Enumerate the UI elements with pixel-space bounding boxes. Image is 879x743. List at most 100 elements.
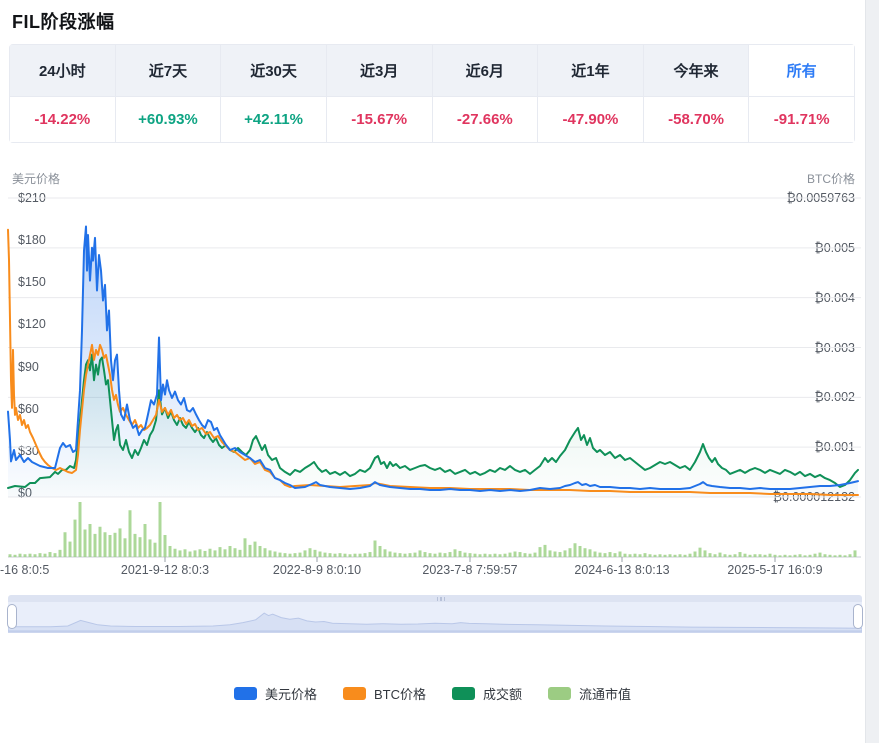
volume-bar [589, 549, 592, 557]
volume-bar [279, 553, 282, 557]
volume-bar [489, 554, 492, 557]
volume-bar [234, 548, 237, 557]
volume-bar [159, 502, 162, 557]
volume-bar [469, 553, 472, 557]
fil-price-page: FIL阶段涨幅 24小时-14.22%近7天+60.93%近30天+42.11%… [0, 0, 879, 743]
volume-bar [64, 532, 67, 557]
chart-legend: 美元价格 BTC价格 成交额 流通市值 [0, 684, 865, 703]
volume-bar [719, 553, 722, 557]
volume-bar [549, 550, 552, 557]
volume-bar [324, 553, 327, 557]
navigator-left-handle[interactable] [7, 604, 17, 629]
volume-bar [754, 554, 757, 557]
legend-item-美元价格[interactable]: 美元价格 [234, 684, 317, 703]
volume-bar [74, 520, 77, 557]
volume-bar [174, 549, 177, 557]
volume-bar [194, 550, 197, 557]
volume-bar [494, 554, 497, 557]
volume-bar [344, 554, 347, 557]
volume-bar [164, 535, 167, 557]
volume-bar [269, 550, 272, 557]
legend-item-成交额[interactable]: 成交额 [452, 684, 522, 703]
volume-bar [804, 555, 807, 557]
volume-bar [669, 554, 672, 557]
volume-bar [44, 554, 47, 557]
range-navigator[interactable] [8, 595, 862, 633]
volume-bar [304, 550, 307, 557]
volume-bar [634, 554, 637, 557]
volume-bar [209, 549, 212, 557]
volume-bar [564, 550, 567, 557]
legend-label: 成交额 [483, 684, 522, 703]
volume-bar [54, 553, 57, 557]
volume-bar [119, 528, 122, 557]
volume-bar [94, 534, 97, 557]
navigator-right-handle[interactable] [853, 604, 863, 629]
volume-bar [274, 552, 277, 558]
volume-bar [104, 532, 107, 557]
volume-bar [684, 555, 687, 557]
volume-bar [679, 554, 682, 557]
volume-bar [509, 553, 512, 557]
volume-bar [189, 552, 192, 558]
volume-bar [39, 553, 42, 557]
navigator-scroll-strip[interactable] [8, 595, 862, 602]
volume-bar [504, 554, 507, 557]
volume-bar [414, 553, 417, 557]
volume-bar [559, 552, 562, 557]
volume-bar [169, 546, 172, 557]
volume-bar [334, 554, 337, 557]
volume-bar [29, 554, 32, 557]
volume-bar [319, 552, 322, 558]
volume-bar [59, 550, 62, 557]
volume-bar [694, 552, 697, 558]
legend-item-流通市值[interactable]: 流通市值 [548, 684, 631, 703]
volume-bar [724, 554, 727, 557]
volume-bar [779, 555, 782, 557]
vertical-scrollbar[interactable] [865, 0, 879, 743]
volume-bar [139, 537, 142, 557]
navigator-track[interactable] [8, 602, 862, 633]
volume-bar [539, 547, 542, 557]
volume-bar [399, 553, 402, 557]
volume-bar [664, 555, 667, 557]
volume-bar [314, 550, 317, 557]
legend-item-BTC价格[interactable]: BTC价格 [343, 684, 426, 703]
volume-bar [384, 549, 387, 557]
volume-bar [219, 547, 222, 557]
volume-bar [624, 554, 627, 557]
volume-bar [84, 530, 87, 558]
volume-bar [69, 542, 72, 557]
volume-bar [204, 551, 207, 557]
volume-bar [199, 549, 202, 557]
volume-bar [544, 545, 547, 557]
volume-bar [374, 541, 377, 558]
navigator-grip-icon[interactable] [435, 597, 447, 601]
volume-bar [394, 553, 397, 557]
volume-bar [699, 548, 702, 557]
volume-bar [629, 554, 632, 557]
volume-bar [419, 550, 422, 557]
volume-bar [144, 524, 147, 557]
volume-bar [9, 554, 12, 557]
volume-bar [49, 552, 52, 557]
volume-bar [34, 554, 37, 557]
volume-bar [829, 555, 832, 557]
legend-label: 美元价格 [265, 684, 317, 703]
volume-bar [409, 553, 412, 557]
volume-bar [134, 534, 137, 557]
volume-bar [619, 552, 622, 558]
volume-bar [704, 550, 707, 557]
volume-bar [379, 546, 382, 557]
volume-bar [674, 555, 677, 557]
volume-bar [799, 554, 802, 557]
volume-bar [834, 555, 837, 557]
volume-bar [499, 554, 502, 557]
volume-bar [294, 553, 297, 557]
volume-bar [449, 552, 452, 557]
navigator-area [8, 613, 862, 631]
volume-bar [99, 527, 102, 557]
volume-bar [24, 554, 27, 557]
volume-bar [454, 549, 457, 557]
legend-swatch-icon [343, 687, 366, 700]
